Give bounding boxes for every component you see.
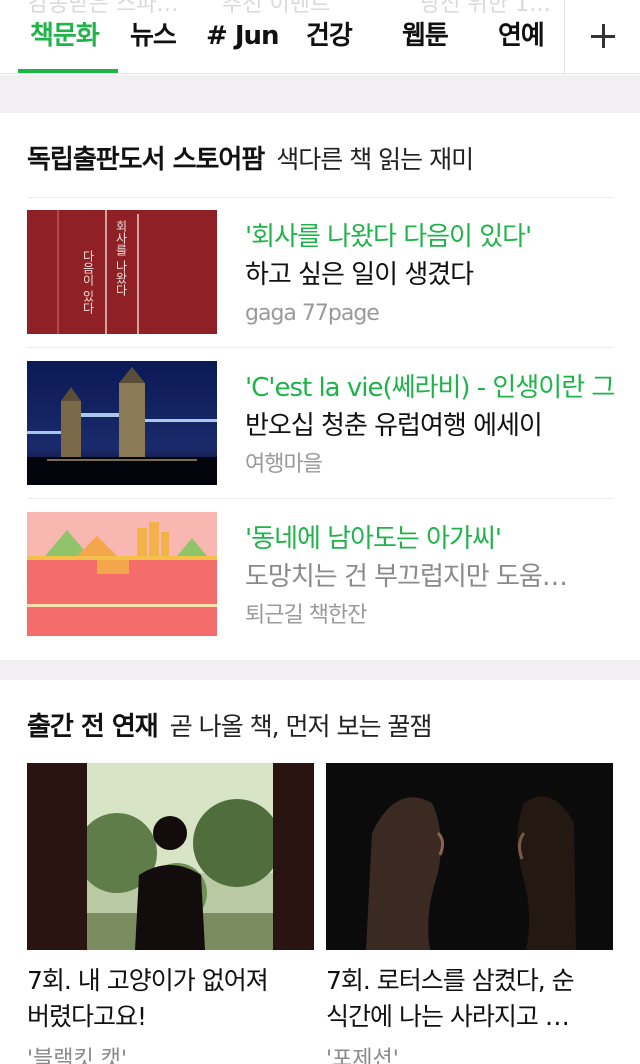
section-subtitle: 색다른 책 읽는 재미 [276,145,474,174]
card-title: 7회. 로터스를 삼켰다, 순 식간에 나는 사라지고 … [326,963,613,1035]
section-title: 출간 전 연재 [27,712,159,742]
tab-webtoon[interactable]: 웹툰 [402,14,449,58]
list-item[interactable]: 'C'est la vie(쎄라비) - 인생이란 그 반오십 청춘 유럽여행 … [27,361,614,485]
tab-list: 책문화 뉴스 # Jun 건강 웹툰 연예 [0,0,564,73]
section-header: 출간 전 연재 곧 나올 책, 먼저 보는 꿀잼 [27,706,433,743]
section-separator [0,75,640,113]
divider [27,498,614,499]
card-title-line1: 7회. 로터스를 삼켰다, 순 [326,966,575,995]
item-source: gaga 77page [245,301,380,326]
item-source: 퇴근길 책한잔 [245,603,367,628]
section-subtitle: 곧 나올 책, 먼저 보는 꿀잼 [169,712,433,741]
card-title-line2: 식간에 나는 사라지고 … [326,1002,570,1031]
tab-book-culture[interactable]: 책문화 [30,14,100,58]
couple-silhouette-image [326,763,613,950]
list-item[interactable]: 다음이 있다 회사를 나왔다 '회사를 나왔다 다음이 있다' 하고 싶은 일이… [27,210,614,334]
tab-jun[interactable]: # Jun [206,14,280,58]
item-subline: 반오십 청춘 유럽여행 에세이 [245,411,543,441]
item-subline: 도망치는 건 부끄럽지만 도움… [245,562,568,592]
category-tab-bar: 감동받은 스파… 추천 이벤트 당신 위한 1… 책문화 뉴스 # Jun 건강… [0,0,640,74]
indie-books-section: 독립출판도서 스토어팜 색다른 책 읽는 재미 다음이 있다 회사를 나왔다 '회… [0,113,640,660]
section-separator [0,660,640,680]
tab-health[interactable]: 건강 [306,14,353,58]
section-title: 독립출판도서 스토어팜 [27,145,265,175]
book-cover-thumbnail: 다음이 있다 회사를 나왔다 [27,210,217,334]
divider [27,347,614,348]
item-subline: 하고 싶은 일이 생겼다 [245,260,474,290]
illustration-thumbnail [27,512,217,636]
boy-silhouette-image [27,763,314,950]
item-text: 'C'est la vie(쎄라비) - 인생이란 그 반오십 청춘 유럽여행 … [245,369,614,479]
cover-text-a: 회사를 나왔다 [114,220,128,296]
item-source: 여행마을 [245,452,323,477]
divider [27,197,614,198]
tab-news[interactable]: 뉴스 [130,14,177,58]
card-title-line1: 7회. 내 고양이가 없어져 [27,966,269,995]
item-headline: '동네에 남아도는 아가씨' [245,524,502,554]
add-tab-button[interactable] [564,0,640,73]
card-tag: '포제션' [326,1047,399,1064]
tab-entertainment[interactable]: 연예 [498,14,545,58]
card-title: 7회. 내 고양이가 없어져 버렸다고요! [27,963,314,1035]
list-item[interactable]: '동네에 남아도는 아가씨' 도망치는 건 부끄럽지만 도움… 퇴근길 책한잔 [27,512,614,636]
card-title-line2: 버렸다고요! [27,1002,147,1031]
item-text: '동네에 남아도는 아가씨' 도망치는 건 부끄럽지만 도움… 퇴근길 책한잔 [245,520,614,630]
tower-bridge-thumbnail [27,361,217,485]
item-headline: 'C'est la vie(쎄라비) - 인생이란 그 [245,373,614,403]
card-tag: '블랙킷 캣' [27,1047,128,1064]
active-tab-indicator [18,69,118,73]
item-text: '회사를 나왔다 다음이 있다' 하고 싶은 일이 생겼다 gaga 77pag… [245,218,614,328]
item-headline: '회사를 나왔다 다음이 있다' [245,222,532,252]
cover-text-b: 다음이 있다 [81,250,95,314]
section-header: 독립출판도서 스토어팜 색다른 책 읽는 재미 [27,139,474,176]
